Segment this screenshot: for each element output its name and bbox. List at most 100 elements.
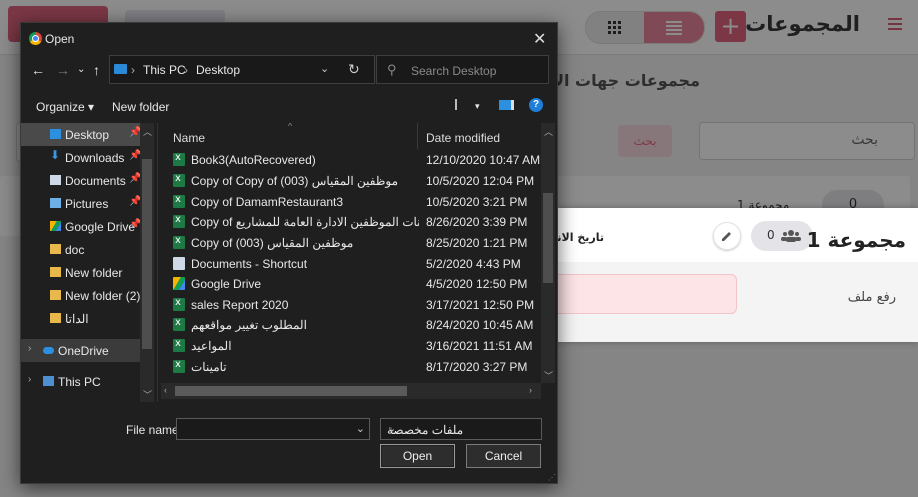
close-icon[interactable]: ✕ [533, 29, 546, 49]
nav-item-this-pc[interactable]: › This PC [21, 370, 154, 393]
navigation-pane: Desktop 📌 ⬇ Downloads 📌 Documents 📌 Pict… [21, 123, 154, 402]
help-icon[interactable]: ? [529, 98, 543, 112]
nav-item-pictures[interactable]: Pictures 📌 [21, 192, 154, 215]
file-row[interactable]: Copy of موظفين المقياس (003) 8/25/2020 1… [161, 233, 541, 253]
breadcrumb-desktop[interactable]: Desktop [196, 63, 240, 77]
members-count: 0 [767, 228, 775, 242]
new-folder-button[interactable]: New folder [112, 100, 169, 114]
google-drive-icon [50, 221, 61, 231]
nav-item-new-folder-2[interactable]: New folder (2) [21, 284, 154, 307]
sort-indicator-icon: ^ [288, 123, 293, 131]
creation-date-label: تاريخ الانشاء [556, 231, 604, 244]
nav-item-new-folder[interactable]: New folder [21, 261, 154, 284]
resize-grip-icon[interactable]: ⋰ [548, 473, 556, 482]
nav-item-documents[interactable]: Documents 📌 [21, 169, 154, 192]
breadcrumb-separator-icon: › [184, 63, 188, 77]
scrollbar-thumb[interactable] [175, 386, 407, 396]
file-row[interactable]: Copy of DamamRestaurant3 10/5/2020 3:21 … [161, 192, 541, 212]
upload-field[interactable] [556, 274, 737, 314]
breadcrumb-this-pc[interactable]: This PC [143, 63, 186, 77]
nav-item-doc[interactable]: doc [21, 238, 154, 261]
this-pc-icon [114, 64, 127, 74]
cancel-button[interactable]: Cancel [466, 444, 541, 468]
nav-pane-scrollbar[interactable]: ︿ ﹀ [140, 123, 154, 402]
file-row[interactable]: Google Drive 4/5/2020 12:50 PM [161, 274, 541, 294]
file-name: sales Report 2020 [191, 298, 289, 312]
file-row[interactable]: Copy of بيانات الموظفين الادارة العامة ل… [161, 212, 541, 232]
scroll-right-icon[interactable]: › [529, 385, 532, 395]
file-row[interactable]: Book3(AutoRecovered) 12/10/2020 10:47 AM [161, 150, 541, 170]
refresh-icon[interactable]: ↻ [348, 61, 360, 78]
open-button[interactable]: Open [380, 444, 455, 468]
download-icon: ⬇ [50, 148, 61, 162]
document-icon [50, 175, 61, 185]
search-desktop-input[interactable]: ⚲ Search Desktop [376, 55, 549, 84]
chevron-down-icon[interactable]: ⌄ [356, 422, 365, 435]
file-name: المواعيد [191, 339, 232, 353]
scroll-down-icon[interactable]: ﹀ [143, 388, 152, 401]
file-date: 8/25/2020 1:21 PM [426, 236, 528, 250]
back-arrow-icon[interactable]: ← [31, 62, 45, 78]
nav-label: Documents [65, 174, 126, 188]
nav-label: Downloads [65, 151, 125, 165]
pane-divider[interactable] [157, 123, 158, 402]
file-row[interactable]: تامينات 8/17/2020 3:27 PM [161, 357, 541, 377]
file-row[interactable]: المطلوب تغيير مواقعهم 8/24/2020 10:45 AM [161, 315, 541, 335]
column-divider[interactable] [417, 123, 418, 149]
nav-item-desktop[interactable]: Desktop 📌 [21, 123, 154, 146]
file-row[interactable]: المواعيد 3/16/2021 11:51 AM [161, 336, 541, 356]
recent-locations-icon[interactable]: ⌄ [77, 64, 85, 75]
onedrive-icon [43, 347, 54, 354]
people-icon [781, 230, 801, 242]
folder-icon [50, 267, 61, 277]
nav-label: New folder (2) [65, 289, 141, 303]
file-date: 8/26/2020 3:39 PM [426, 215, 528, 229]
shortcut-icon [173, 257, 185, 270]
file-name-label: File name: [126, 423, 183, 437]
forward-arrow-icon[interactable]: → [56, 62, 70, 78]
file-date: 3/17/2021 12:50 PM [426, 298, 535, 312]
nav-label: doc [65, 243, 85, 257]
horizontal-scrollbar[interactable]: ‹ › [161, 383, 541, 399]
file-list-scrollbar[interactable]: ︿ ﹀ [541, 123, 555, 383]
file-date: 8/24/2020 10:45 AM [426, 318, 534, 332]
search-icon: ⚲ [387, 62, 397, 77]
file-row[interactable]: Copy of Copy of موظفين المقياس (003) 10/… [161, 171, 541, 191]
address-bar[interactable]: › This PC › Desktop ⌄ ↻ [109, 55, 375, 84]
file-date: 3/16/2021 11:51 AM [426, 339, 533, 353]
scroll-up-icon[interactable]: ︿ [143, 125, 152, 138]
up-arrow-icon[interactable]: ↑ [93, 62, 100, 78]
breadcrumb-separator-icon: › [131, 63, 135, 77]
file-name: Copy of Copy of موظفين المقياس (003) [191, 174, 399, 188]
file-type-select[interactable]: ملفات مخصصة ⌄ [380, 418, 542, 440]
group-title: مجموعة 1 [806, 228, 906, 252]
excel-file-icon [173, 317, 185, 331]
column-header-date-modified[interactable]: Date modified [426, 131, 500, 145]
scroll-up-icon[interactable]: ︿ [544, 125, 553, 138]
file-name-input[interactable]: ⌄ [176, 418, 370, 440]
organize-button[interactable]: Organize ▾ [36, 100, 94, 114]
chevron-down-icon[interactable]: ⌄ [320, 62, 329, 75]
file-name: المطلوب تغيير مواقعهم [191, 318, 307, 332]
nav-item-data[interactable]: الداتا [21, 307, 154, 330]
column-header-name[interactable]: Name [173, 131, 205, 145]
scroll-left-icon[interactable]: ‹ [164, 385, 167, 395]
nav-item-downloads[interactable]: ⬇ Downloads 📌 [21, 146, 154, 169]
scrollbar-thumb[interactable] [543, 193, 553, 283]
edit-button[interactable] [713, 222, 741, 250]
expand-icon[interactable]: › [28, 374, 31, 385]
nav-label: This PC [58, 375, 101, 389]
file-row[interactable]: Documents - Shortcut 5/2/2020 4:43 PM [161, 254, 541, 274]
view-options-chevron-icon[interactable]: ▾ [475, 101, 480, 112]
scroll-down-icon[interactable]: ﹀ [544, 369, 553, 382]
excel-file-icon [173, 297, 185, 311]
change-view-icon[interactable] [455, 99, 467, 110]
scrollbar-thumb[interactable] [142, 159, 152, 349]
expand-icon[interactable]: › [28, 343, 31, 354]
preview-pane-icon[interactable] [499, 100, 514, 110]
nav-item-google-drive[interactable]: Google Drive 📌 [21, 215, 154, 238]
upload-section: رفع ملف [556, 262, 918, 342]
nav-item-onedrive[interactable]: › OneDrive [21, 339, 154, 362]
file-row[interactable]: sales Report 2020 3/17/2021 12:50 PM [161, 295, 541, 315]
dialog-toolbar: Organize ▾ New folder ▾ ? [21, 95, 557, 121]
